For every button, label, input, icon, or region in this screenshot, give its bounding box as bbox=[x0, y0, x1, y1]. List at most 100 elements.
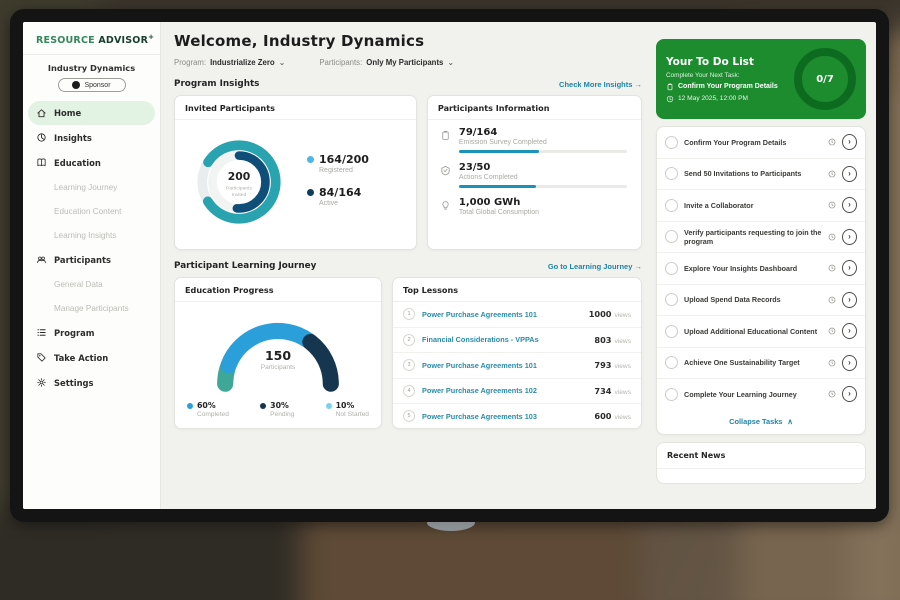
check-more-insights-link[interactable]: Check More Insights → bbox=[559, 80, 642, 89]
sponsor-label: Sponsor bbox=[84, 82, 110, 89]
rank-badge: 3 bbox=[403, 359, 415, 371]
sidebar-item-take-action[interactable]: Take Action bbox=[23, 345, 160, 370]
task-label: Confirm Your Program Details bbox=[684, 133, 822, 152]
task-checkbox[interactable] bbox=[665, 262, 678, 275]
clock-icon bbox=[828, 201, 836, 209]
sidebar-item-settings[interactable]: Settings bbox=[23, 370, 160, 395]
task-label: Invite a Collaborator bbox=[684, 196, 822, 215]
task-open-chevron[interactable]: › bbox=[842, 134, 857, 150]
sidebar-item-program[interactable]: Program bbox=[23, 320, 160, 345]
stat-label: Actions Completed bbox=[459, 174, 629, 181]
views-count: 1000 bbox=[589, 309, 612, 319]
todo-due-date: 12 May 2025, 12:00 PM bbox=[678, 95, 748, 102]
registered-dot bbox=[307, 156, 314, 163]
clock-icon bbox=[828, 233, 836, 241]
stat-actions-completed: 23/50 Actions Completed bbox=[440, 162, 629, 188]
task-open-chevron[interactable]: › bbox=[842, 260, 857, 276]
card-title: Education Progress bbox=[175, 278, 381, 302]
participants-filter[interactable]: Participants: Only My Participants ⌄ bbox=[319, 58, 454, 67]
lesson-link[interactable]: Power Purchase Agreements 103 bbox=[422, 412, 594, 421]
go-to-learning-journey-link[interactable]: Go to Learning Journey → bbox=[548, 262, 642, 271]
filter-bar: Program: Industrialize Zero ⌄ Participan… bbox=[174, 58, 642, 67]
task-row: Confirm Your Program Details › bbox=[657, 127, 865, 159]
sidebar-item-label: Manage Participants bbox=[54, 304, 129, 313]
lesson-row: 1 Power Purchase Agreements 101 1000view… bbox=[393, 302, 641, 328]
recent-news-title: Recent News bbox=[657, 443, 865, 469]
task-checkbox[interactable] bbox=[665, 388, 678, 401]
progress-fill bbox=[459, 185, 536, 188]
task-checkbox[interactable] bbox=[665, 199, 678, 212]
sidebar-item-home[interactable]: Home bbox=[28, 101, 155, 125]
lesson-link[interactable]: Power Purchase Agreements 101 bbox=[422, 310, 589, 319]
sponsor-badge[interactable]: Sponsor bbox=[58, 78, 126, 92]
lesson-link[interactable]: Financial Considerations - VPPAs bbox=[422, 335, 594, 344]
legend-registered: 164/200 Registered bbox=[307, 153, 369, 174]
lesson-link[interactable]: Power Purchase Agreements 102 bbox=[422, 386, 594, 395]
task-open-chevron[interactable]: › bbox=[842, 229, 857, 245]
rank-badge: 2 bbox=[403, 334, 415, 346]
sidebar-item-learning-insights[interactable]: Learning Insights bbox=[23, 223, 160, 247]
dashboard-screen: RESOURCE ADVISOR+ Industry Dynamics Spon… bbox=[23, 22, 876, 509]
program-insights-title: Program Insights bbox=[174, 79, 259, 89]
lesson-row: 4 Power Purchase Agreements 102 734views bbox=[393, 379, 641, 405]
task-open-chevron[interactable]: › bbox=[842, 386, 857, 402]
task-checkbox[interactable] bbox=[665, 230, 678, 243]
sidebar-item-manage-participants[interactable]: Manage Participants bbox=[23, 296, 160, 320]
program-filter[interactable]: Program: Industrialize Zero ⌄ bbox=[174, 58, 285, 67]
views-count: 734 bbox=[594, 386, 611, 396]
lightbulb-icon bbox=[440, 200, 451, 211]
sidebar-item-label: Take Action bbox=[54, 353, 108, 363]
task-row: Explore Your Insights Dashboard › bbox=[657, 253, 865, 285]
legend-pct: 10% bbox=[336, 401, 369, 410]
views-suffix: views bbox=[615, 414, 632, 421]
task-label: Achieve One Sustainability Target bbox=[684, 353, 822, 372]
legend-label: Not Started bbox=[336, 411, 369, 418]
task-label: Explore Your Insights Dashboard bbox=[684, 259, 822, 278]
task-open-chevron[interactable]: › bbox=[842, 355, 857, 371]
insights-icon bbox=[36, 132, 47, 143]
task-row: Complete Your Learning Journey › bbox=[657, 379, 865, 410]
stat-label: Total Global Consumption bbox=[459, 209, 629, 216]
task-row: Invite a Collaborator › bbox=[657, 190, 865, 222]
pending-dot bbox=[260, 403, 266, 409]
stat-emission-survey: 79/164 Emission Survey Completed bbox=[440, 127, 629, 153]
task-open-chevron[interactable]: › bbox=[842, 166, 857, 182]
take-action-icon bbox=[36, 352, 47, 363]
home-icon bbox=[36, 108, 47, 119]
chevron-up-icon: ∧ bbox=[787, 417, 792, 426]
clock-icon bbox=[828, 359, 836, 367]
sidebar-item-education-content[interactable]: Education Content bbox=[23, 199, 160, 223]
task-row: Upload Spend Data Records › bbox=[657, 285, 865, 317]
collapse-tasks-link[interactable]: Collapse Tasks ∧ bbox=[657, 410, 865, 434]
task-checkbox[interactable] bbox=[665, 167, 678, 180]
progress-fill bbox=[459, 150, 540, 153]
task-open-chevron[interactable]: › bbox=[842, 323, 857, 339]
program-filter-label: Program: bbox=[174, 58, 206, 67]
clock-icon bbox=[828, 264, 836, 272]
legend-label: Completed bbox=[197, 411, 229, 418]
chevron-down-icon[interactable]: ⌄ bbox=[447, 61, 454, 65]
chevron-down-icon[interactable]: ⌄ bbox=[279, 61, 286, 65]
sidebar-item-participants[interactable]: Participants bbox=[23, 247, 160, 272]
task-open-chevron[interactable]: › bbox=[842, 197, 857, 213]
task-checkbox[interactable] bbox=[665, 356, 678, 369]
recent-news-card: Recent News bbox=[656, 442, 866, 484]
sidebar-item-insights[interactable]: Insights bbox=[23, 125, 160, 150]
task-checkbox[interactable] bbox=[665, 293, 678, 306]
sidebar-item-general-data[interactable]: General Data bbox=[23, 272, 160, 296]
task-checkbox[interactable] bbox=[665, 136, 678, 149]
sidebar-item-learning-journey[interactable]: Learning Journey bbox=[23, 175, 160, 199]
sidebar-item-label: Program bbox=[54, 328, 95, 338]
views-suffix: views bbox=[615, 389, 632, 396]
rank-badge: 5 bbox=[403, 410, 415, 422]
task-open-chevron[interactable]: › bbox=[842, 292, 857, 308]
lesson-link[interactable]: Power Purchase Agreements 101 bbox=[422, 361, 594, 370]
sidebar-item-education[interactable]: Education bbox=[23, 150, 160, 175]
invited-participants-card: Invited Participants 200 Participants In… bbox=[174, 95, 417, 250]
sidebar-item-label: General Data bbox=[54, 280, 103, 289]
clock-icon bbox=[666, 95, 674, 103]
task-row: Achieve One Sustainability Target › bbox=[657, 348, 865, 380]
task-label: Send 50 Invitations to Participants bbox=[684, 164, 822, 183]
stat-value: 23/50 bbox=[459, 162, 629, 173]
task-checkbox[interactable] bbox=[665, 325, 678, 338]
